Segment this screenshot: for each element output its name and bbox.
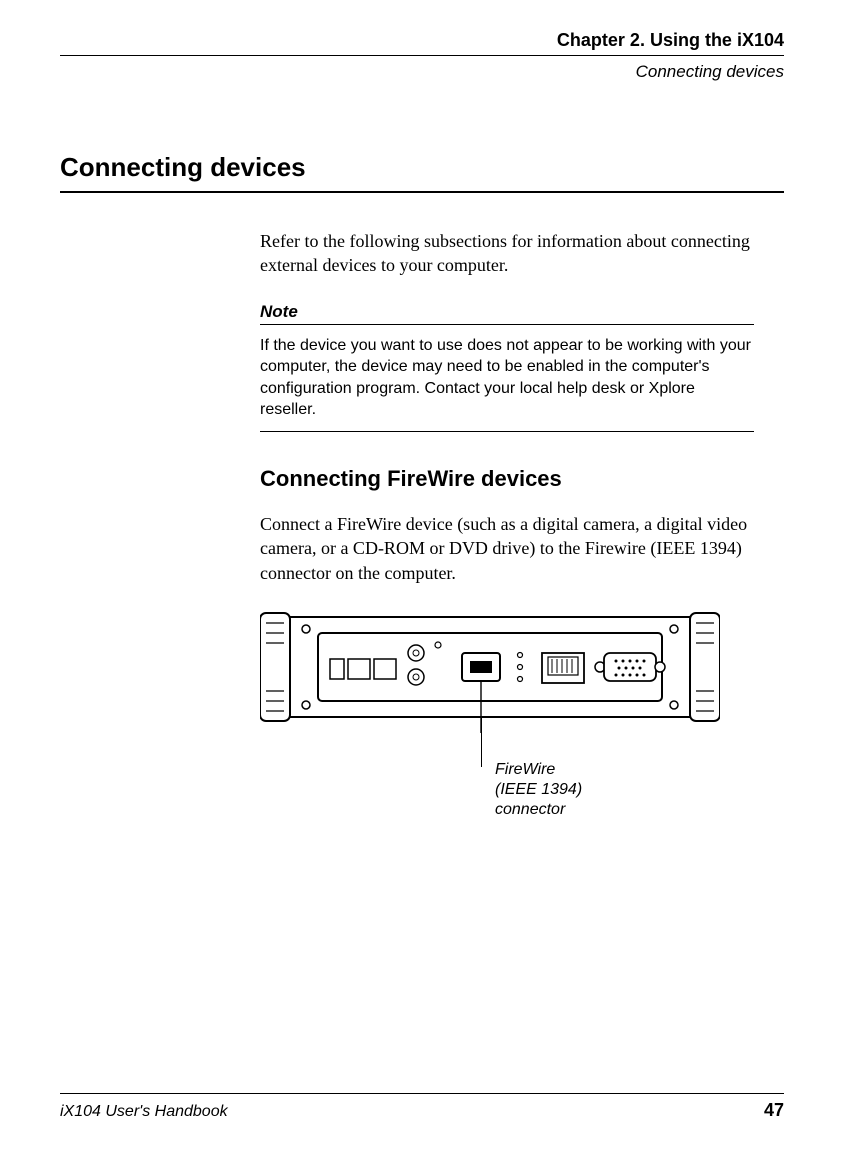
figure-callout: FireWire (IEEE 1394) connector xyxy=(495,760,582,820)
chapter-label: Chapter 2. Using the iX104 xyxy=(60,30,784,51)
footer-book-title: iX104 User's Handbook xyxy=(60,1103,228,1121)
page-title: Connecting devices xyxy=(60,152,784,183)
note-rule-top xyxy=(260,324,754,325)
running-header: Chapter 2. Using the iX104 xyxy=(60,30,784,51)
note-rule-bottom xyxy=(260,431,754,432)
callout-line1: FireWire (IEEE 1394) connector xyxy=(495,761,582,818)
intro-paragraph: Refer to the following subsections for i… xyxy=(260,229,754,278)
device-illustration xyxy=(260,605,720,735)
callout-leader xyxy=(481,717,482,767)
note-label: Note xyxy=(260,302,754,322)
page: Chapter 2. Using the iX104 Connecting de… xyxy=(0,0,844,1157)
page-number: 47 xyxy=(764,1100,784,1121)
note-body: If the device you want to use does not a… xyxy=(260,335,754,421)
footer: iX104 User's Handbook 47 xyxy=(60,1093,784,1121)
figure: FireWire (IEEE 1394) connector xyxy=(260,605,754,825)
subsection-title: Connecting FireWire devices xyxy=(260,466,754,492)
footer-row: iX104 User's Handbook 47 xyxy=(60,1100,784,1121)
body-column: Refer to the following subsections for i… xyxy=(260,229,754,825)
footer-rule xyxy=(60,1093,784,1094)
title-rule xyxy=(60,191,784,193)
subsection-paragraph: Connect a FireWire device (such as a dig… xyxy=(260,512,754,585)
section-label: Connecting devices xyxy=(60,62,784,82)
header-rule xyxy=(60,55,784,56)
